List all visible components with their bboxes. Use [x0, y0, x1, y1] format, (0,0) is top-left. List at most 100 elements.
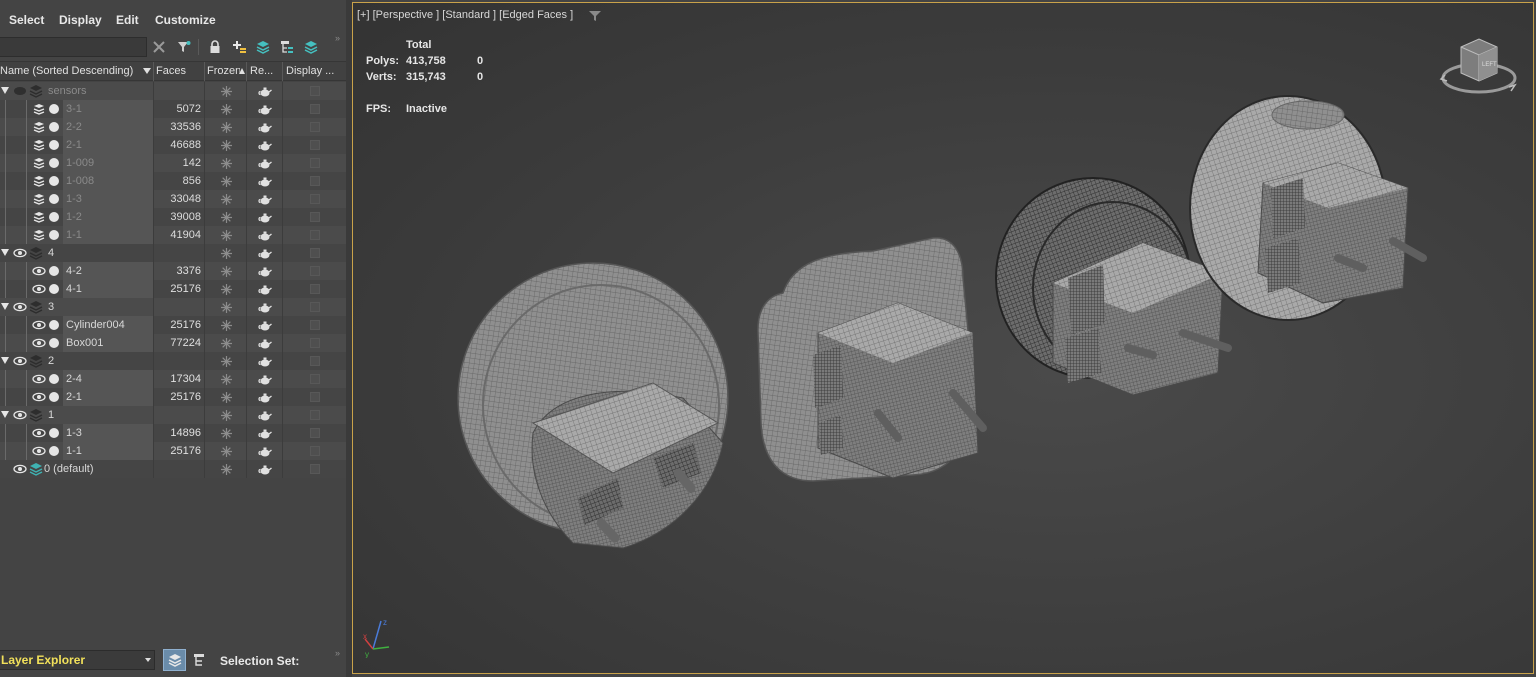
frozen-snowflake-icon[interactable] [206, 460, 246, 478]
display-toggle[interactable] [285, 100, 345, 118]
expand-arrow-icon[interactable] [1, 87, 9, 94]
clear-search-icon[interactable] [149, 37, 169, 57]
tree-object-row[interactable]: 1-3 33048 [0, 190, 346, 208]
col-render-header[interactable]: Re... [250, 65, 273, 77]
col-frozen-header[interactable]: Frozen [207, 65, 240, 77]
renderable-teapot-icon[interactable] [248, 370, 282, 388]
renderable-teapot-icon[interactable] [248, 334, 282, 352]
tree-object-row[interactable]: 1-1 25176 [0, 442, 346, 460]
display-toggle[interactable] [285, 298, 345, 316]
hidden-eye-icon[interactable] [32, 175, 46, 187]
viewcube-icon[interactable]: LEFT [1439, 33, 1519, 103]
tree-object-row[interactable]: 1-3 14896 [0, 424, 346, 442]
renderable-teapot-icon[interactable] [248, 262, 282, 280]
frozen-snowflake-icon[interactable] [206, 118, 246, 136]
tree-layer-row[interactable]: 1 [0, 406, 346, 424]
tree-object-row[interactable]: 1-2 39008 [0, 208, 346, 226]
tree-layer-row[interactable]: 3 [0, 298, 346, 316]
bottom-overflow-icon[interactable]: » [335, 648, 340, 658]
hidden-eye-icon[interactable] [32, 157, 46, 169]
visibility-eye-icon[interactable] [32, 445, 46, 457]
visibility-eye-icon[interactable] [32, 391, 46, 403]
hidden-eye-icon[interactable] [32, 229, 46, 241]
col-faces-header[interactable]: Faces [156, 65, 186, 77]
frozen-snowflake-icon[interactable] [206, 226, 246, 244]
frozen-snowflake-icon[interactable] [206, 424, 246, 442]
hierarchy-icon[interactable] [277, 37, 297, 57]
expand-arrow-icon[interactable] [1, 411, 9, 418]
renderable-teapot-icon[interactable] [248, 406, 282, 424]
renderable-teapot-icon[interactable] [248, 226, 282, 244]
renderable-teapot-icon[interactable] [248, 352, 282, 370]
renderable-teapot-icon[interactable] [248, 298, 282, 316]
display-toggle[interactable] [285, 316, 345, 334]
col-display-header[interactable]: Display ... [286, 65, 334, 77]
display-toggle[interactable] [285, 280, 345, 298]
explorer-type-dropdown[interactable]: Layer Explorer [0, 650, 155, 670]
tree-layer-row[interactable]: 0 (default) [0, 460, 346, 478]
viewport-label[interactable]: [+] [Perspective ] [Standard ] [Edged Fa… [357, 9, 573, 21]
menu-customize[interactable]: Customize [155, 13, 216, 27]
filter-icon[interactable] [174, 37, 194, 57]
frozen-snowflake-icon[interactable] [206, 262, 246, 280]
frozen-snowflake-icon[interactable] [206, 352, 246, 370]
display-toggle[interactable] [285, 154, 345, 172]
add-to-layer-icon[interactable] [253, 37, 273, 57]
visibility-eye-icon[interactable] [32, 337, 46, 349]
tree-object-row[interactable]: 2-1 46688 [0, 136, 346, 154]
menu-select[interactable]: Select [9, 13, 44, 27]
display-toggle[interactable] [285, 226, 345, 244]
sort-by-layer-button[interactable] [163, 649, 186, 671]
frozen-snowflake-icon[interactable] [206, 172, 246, 190]
tree-object-row[interactable]: 1-008 856 [0, 172, 346, 190]
tree-object-row[interactable]: Cylinder004 25176 [0, 316, 346, 334]
renderable-teapot-icon[interactable] [248, 100, 282, 118]
tree-object-row[interactable]: 1-009 142 [0, 154, 346, 172]
tree-object-row[interactable]: 1-1 41904 [0, 226, 346, 244]
display-toggle[interactable] [285, 244, 345, 262]
renderable-teapot-icon[interactable] [248, 190, 282, 208]
new-layer-icon[interactable] [229, 37, 249, 57]
visibility-eye-icon[interactable] [32, 265, 46, 277]
tree-object-row[interactable]: 4-1 25176 [0, 280, 346, 298]
tree-object-row[interactable]: 3-1 5072 [0, 100, 346, 118]
display-toggle[interactable] [285, 406, 345, 424]
display-toggle[interactable] [285, 460, 345, 478]
hidden-eye-icon[interactable] [13, 85, 27, 97]
visibility-eye-icon[interactable] [13, 409, 27, 421]
menu-display[interactable]: Display [59, 13, 102, 27]
frozen-snowflake-icon[interactable] [206, 82, 246, 100]
visibility-eye-icon[interactable] [32, 427, 46, 439]
expand-arrow-icon[interactable] [1, 303, 9, 310]
frozen-snowflake-icon[interactable] [206, 370, 246, 388]
col-name-header[interactable]: Name (Sorted Descending) [0, 65, 150, 77]
hidden-eye-icon[interactable] [32, 211, 46, 223]
display-toggle[interactable] [285, 370, 345, 388]
renderable-teapot-icon[interactable] [248, 208, 282, 226]
renderable-teapot-icon[interactable] [248, 460, 282, 478]
display-toggle[interactable] [285, 424, 345, 442]
display-toggle[interactable] [285, 208, 345, 226]
renderable-teapot-icon[interactable] [248, 172, 282, 190]
frozen-snowflake-icon[interactable] [206, 136, 246, 154]
menu-edit[interactable]: Edit [116, 13, 139, 27]
display-toggle[interactable] [285, 172, 345, 190]
toolbar-overflow-icon[interactable]: » [335, 33, 340, 43]
layer-stack-icon[interactable] [301, 37, 321, 57]
sort-by-hierarchy-button[interactable] [189, 649, 210, 671]
display-toggle[interactable] [285, 136, 345, 154]
frozen-snowflake-icon[interactable] [206, 334, 246, 352]
display-toggle[interactable] [285, 352, 345, 370]
visibility-eye-icon[interactable] [13, 463, 27, 475]
tree-object-row[interactable]: 2-2 33536 [0, 118, 346, 136]
frozen-snowflake-icon[interactable] [206, 190, 246, 208]
renderable-teapot-icon[interactable] [248, 280, 282, 298]
frozen-snowflake-icon[interactable] [206, 244, 246, 262]
renderable-teapot-icon[interactable] [248, 424, 282, 442]
lock-icon[interactable] [205, 37, 225, 57]
frozen-snowflake-icon[interactable] [206, 154, 246, 172]
viewport-filter-icon[interactable] [589, 10, 601, 22]
display-toggle[interactable] [285, 262, 345, 280]
visibility-eye-icon[interactable] [32, 283, 46, 295]
search-input[interactable] [0, 37, 147, 57]
